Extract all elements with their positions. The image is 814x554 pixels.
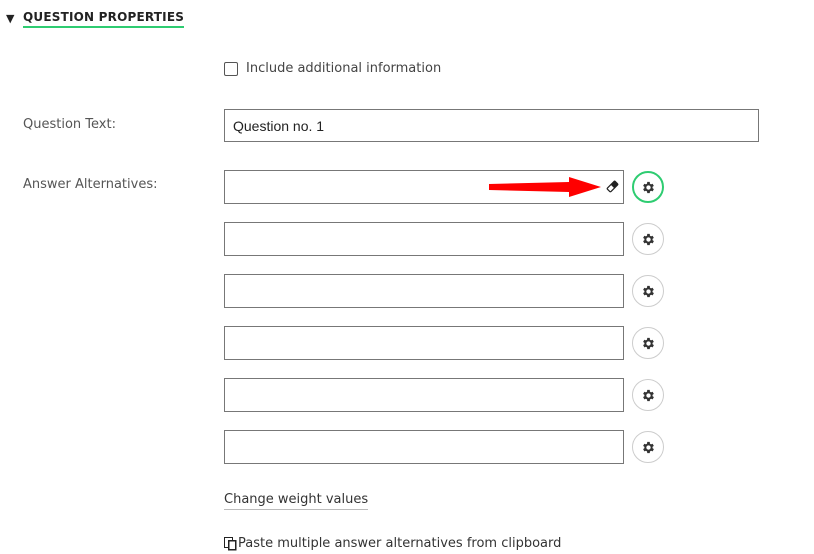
change-weight-values-link[interactable]: Change weight values — [224, 492, 369, 510]
gear-icon — [642, 441, 654, 453]
answer-settings-button-4[interactable] — [632, 327, 664, 359]
eraser-icon[interactable] — [606, 180, 619, 193]
include-additional-info-row[interactable]: Include additional information — [224, 61, 441, 76]
answer-row — [224, 430, 664, 464]
include-additional-info-label: Include additional information — [246, 61, 442, 76]
gear-icon — [642, 337, 654, 349]
answer-input-4[interactable] — [224, 326, 624, 360]
answer-input-5[interactable] — [224, 378, 624, 412]
answer-alternatives-label: Answer Alternatives: — [23, 177, 158, 192]
answer-row — [224, 170, 664, 204]
gear-icon — [642, 233, 654, 245]
answer-input-3[interactable] — [224, 274, 624, 308]
gear-icon — [642, 285, 654, 297]
clipboard-icon — [224, 536, 237, 550]
gear-icon — [642, 181, 654, 193]
answer-settings-button-6[interactable] — [632, 431, 664, 463]
question-text-label: Question Text: — [23, 117, 116, 132]
paste-from-clipboard-link[interactable]: Paste multiple answer alternatives from … — [224, 536, 561, 551]
question-text-input[interactable] — [224, 109, 759, 142]
answer-row — [224, 378, 664, 412]
gear-icon — [642, 389, 654, 401]
answer-input-6[interactable] — [224, 430, 624, 464]
collapse-toggle-icon[interactable]: ▼ — [6, 10, 20, 28]
answer-settings-button-3[interactable] — [632, 275, 664, 307]
include-additional-info-checkbox[interactable] — [224, 61, 238, 76]
answer-settings-button-5[interactable] — [632, 379, 664, 411]
answer-settings-button-1[interactable] — [632, 171, 664, 203]
answer-row — [224, 274, 664, 308]
answer-row — [224, 326, 664, 360]
answer-input-2[interactable] — [224, 222, 624, 256]
answer-row — [224, 222, 664, 256]
section-header-question-properties[interactable]: ▼ QUESTION PROPERTIES — [6, 10, 185, 28]
answer-settings-button-2[interactable] — [632, 223, 664, 255]
paste-from-clipboard-label: Paste multiple answer alternatives from … — [238, 536, 562, 551]
section-title: QUESTION PROPERTIES — [23, 10, 185, 28]
annotation-arrow-icon — [489, 177, 601, 197]
